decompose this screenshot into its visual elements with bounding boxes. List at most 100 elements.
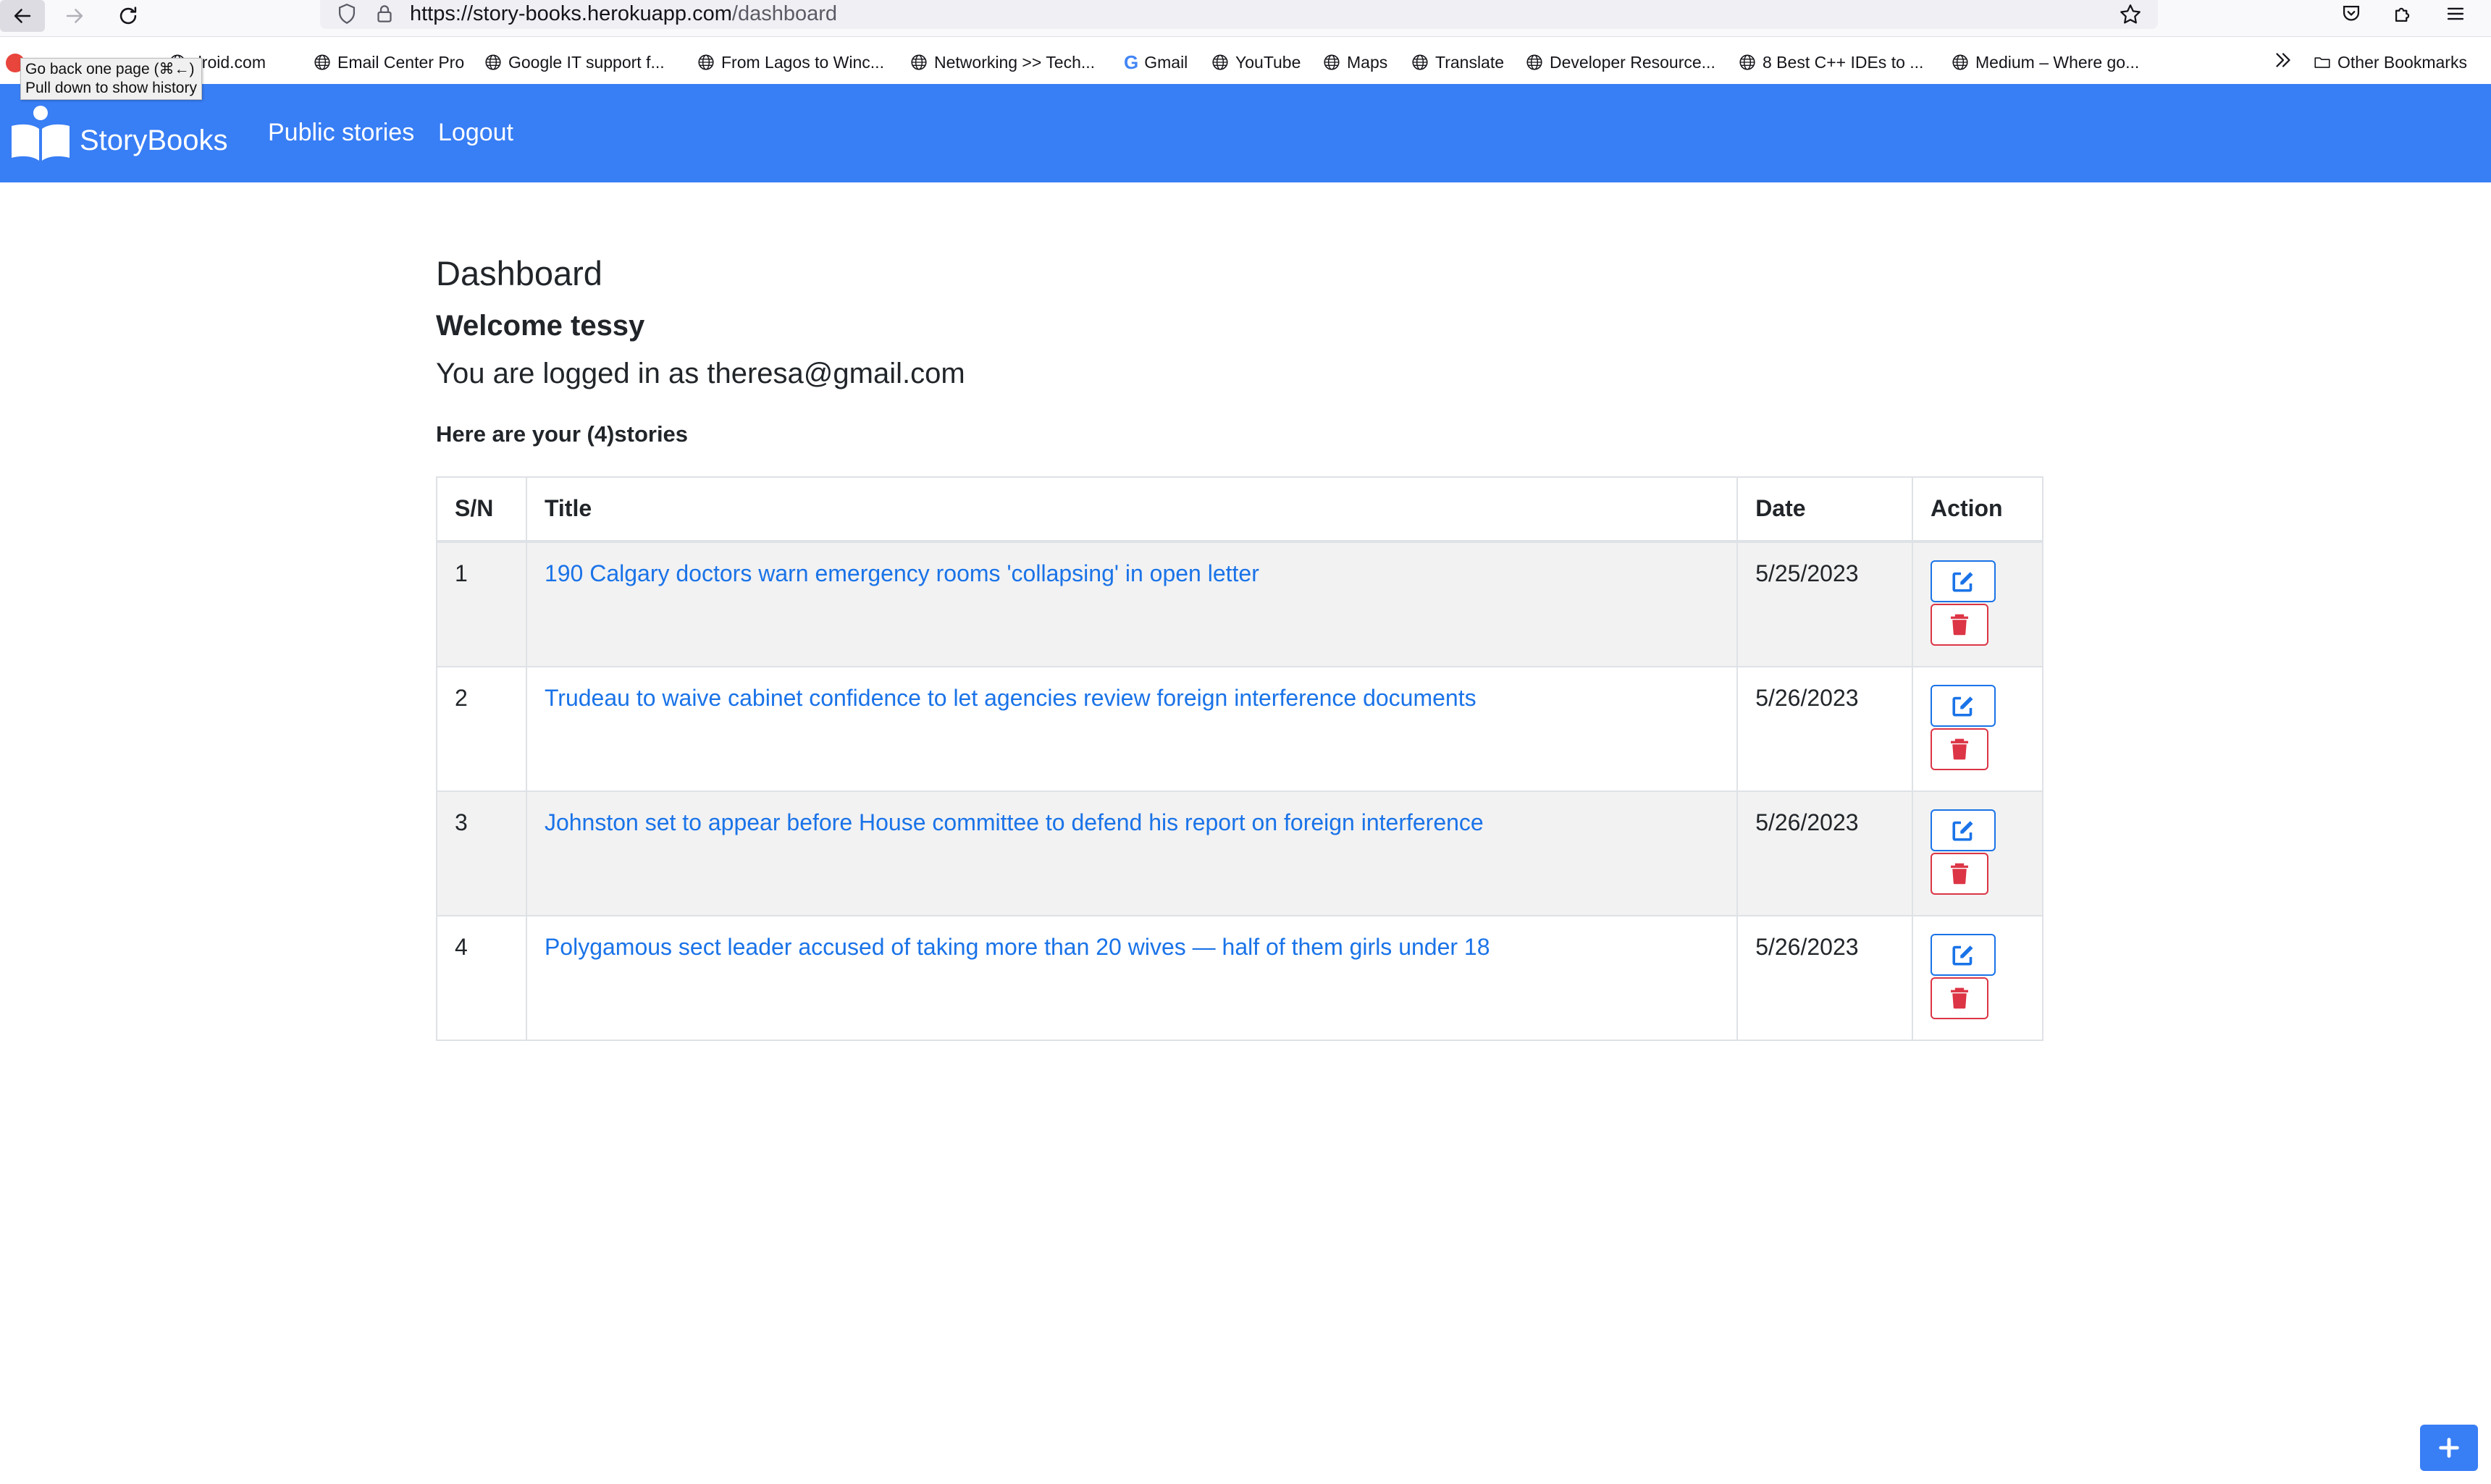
- google-g-icon: G: [1124, 51, 1139, 73]
- row-sn: 4: [436, 915, 527, 1041]
- double-chevron-icon[interactable]: [2271, 48, 2295, 72]
- delete-button[interactable]: [1931, 728, 1989, 770]
- bookmark-label: Translate: [1435, 52, 1505, 72]
- globe-icon: [1412, 54, 1428, 70]
- globe-icon: [1952, 54, 1968, 70]
- bookmark-label: Google IT support f...: [508, 52, 665, 72]
- row-title-cell: Trudeau to waive cabinet confidence to l…: [525, 666, 1739, 792]
- column-header-sn: S/N: [436, 476, 527, 543]
- bookmark-label: Medium – Where go...: [1975, 52, 2140, 72]
- menu-button[interactable]: [2443, 1, 2472, 30]
- bookmark-label: YouTube: [1235, 52, 1301, 72]
- bookmark-item[interactable]: From Lagos to Winc...: [697, 49, 884, 75]
- other-bookmarks[interactable]: Other Bookmarks: [2313, 49, 2467, 75]
- bookmark-item[interactable]: Email Center Pro: [313, 49, 464, 75]
- edit-button[interactable]: [1931, 934, 1996, 976]
- row-sn: 1: [436, 541, 527, 667]
- globe-icon: [1526, 54, 1542, 70]
- trash-icon: [1951, 863, 1969, 885]
- delete-button[interactable]: [1931, 977, 1989, 1019]
- bookmark-item[interactable]: Google IT support f...: [484, 49, 665, 75]
- row-actions: [1912, 915, 2043, 1041]
- brand-name: StoryBooks: [80, 125, 228, 156]
- back-button[interactable]: [0, 0, 45, 32]
- globe-icon: [485, 54, 501, 70]
- edit-icon: [1952, 821, 1973, 841]
- table-row: 4 Polygamous sect leader accused of taki…: [436, 915, 2043, 1041]
- bookmark-item[interactable]: Medium – Where go...: [1951, 49, 2139, 75]
- bookmark-item[interactable]: YouTube: [1211, 49, 1301, 75]
- welcome-heading: Welcome tessy: [436, 310, 645, 342]
- url-host: https://story-books.herokuapp.com: [410, 2, 732, 25]
- url-text[interactable]: https://story-books.herokuapp.com/dashbo…: [410, 0, 837, 28]
- globe-icon: [1739, 54, 1755, 70]
- edit-icon: [1952, 945, 1973, 966]
- bookmark-item[interactable]: Translate: [1411, 49, 1504, 75]
- bookmark-item[interactable]: Networking >> Tech...: [910, 49, 1095, 75]
- lock-icon[interactable]: [372, 1, 397, 26]
- table-row: 2 Trudeau to waive cabinet confidence to…: [436, 666, 2043, 792]
- globe-icon: [314, 54, 330, 70]
- bookmark-label: Developer Resource...: [1550, 52, 1715, 72]
- hamburger-menu-icon: [2447, 7, 2464, 20]
- trash-icon: [1951, 987, 1969, 1009]
- story-link[interactable]: Trudeau to waive cabinet confidence to l…: [545, 685, 1476, 711]
- plus-icon: [2439, 1438, 2459, 1458]
- row-actions: [1912, 666, 2043, 792]
- bookmark-item[interactable]: 8 Best C++ IDEs to ...: [1738, 49, 1923, 75]
- puzzle-icon: [2395, 7, 2410, 22]
- bookmark-item[interactable]: Maps: [1322, 49, 1387, 75]
- edit-button[interactable]: [1931, 685, 1996, 727]
- arrow-left-icon: [14, 9, 31, 23]
- table-row: 1 190 Calgary doctors warn emergency roo…: [436, 541, 2043, 667]
- story-link[interactable]: Johnston set to appear before House comm…: [545, 809, 1484, 835]
- reload-button[interactable]: [110, 0, 146, 32]
- row-actions: [1912, 791, 2043, 916]
- url-path: /dashboard: [731, 2, 838, 25]
- url-bar[interactable]: https://story-books.herokuapp.com/dashbo…: [320, 0, 2158, 29]
- bookmark-label: From Lagos to Winc...: [721, 52, 884, 72]
- nav-logout[interactable]: Logout: [438, 119, 513, 147]
- forward-button[interactable]: [56, 0, 93, 32]
- globe-icon: [698, 54, 714, 70]
- reload-icon: [119, 7, 137, 25]
- bookmark-item[interactable]: G Gmail: [1124, 49, 1188, 75]
- bookmark-label: Gmail: [1144, 52, 1188, 72]
- story-link[interactable]: Polygamous sect leader accused of taking…: [545, 934, 1490, 960]
- table-row: 3 Johnston set to appear before House co…: [436, 791, 2043, 916]
- bookmark-item[interactable]: Developer Resource...: [1525, 49, 1715, 75]
- star-icon[interactable]: [2117, 1, 2143, 28]
- row-title-cell: Polygamous sect leader accused of taking…: [525, 915, 1739, 1041]
- other-bookmarks-label: Other Bookmarks: [2337, 52, 2467, 72]
- logged-in-text: You are logged in as theresa@gmail.com: [436, 358, 965, 389]
- row-actions: [1912, 541, 2043, 667]
- pocket-button[interactable]: [2339, 1, 2368, 30]
- open-book-icon: [12, 106, 70, 161]
- bookmark-label: Networking >> Tech...: [934, 52, 1096, 72]
- row-title-cell: Johnston set to appear before House comm…: [525, 791, 1739, 916]
- delete-button[interactable]: [1931, 853, 1989, 895]
- trash-icon: [1951, 614, 1969, 636]
- edit-button[interactable]: [1931, 809, 1996, 851]
- column-header-action: Action: [1912, 476, 2043, 543]
- row-title-cell: 190 Calgary doctors warn emergency rooms…: [525, 541, 1739, 667]
- brand-link[interactable]: StoryBooks: [10, 104, 228, 162]
- column-header-title: Title: [525, 476, 1739, 543]
- folder-icon: [2314, 57, 2330, 68]
- browser-toolbar: https://story-books.herokuapp.com/dashbo…: [0, 0, 2491, 37]
- site-navbar: StoryBooks Public stories Logout: [0, 84, 2491, 182]
- shield-icon[interactable]: [335, 1, 359, 26]
- bookmark-label: droid.com: [193, 52, 266, 72]
- table-header: S/N Title Date Action: [436, 476, 2043, 543]
- extensions-button[interactable]: [2391, 1, 2420, 30]
- add-story-button[interactable]: [2420, 1425, 2478, 1471]
- nav-public-stories[interactable]: Public stories: [268, 119, 414, 147]
- bookmark-label: 8 Best C++ IDEs to ...: [1763, 52, 1924, 72]
- globe-icon: [1212, 54, 1228, 70]
- row-date: 5/26/2023: [1736, 791, 1914, 916]
- edit-button[interactable]: [1931, 560, 1996, 602]
- story-link[interactable]: 190 Calgary doctors warn emergency rooms…: [545, 560, 1259, 586]
- page-title: Dashboard: [436, 254, 602, 292]
- back-tooltip: Go back one page (⌘←) Pull down to show …: [20, 58, 202, 100]
- delete-button[interactable]: [1931, 604, 1989, 646]
